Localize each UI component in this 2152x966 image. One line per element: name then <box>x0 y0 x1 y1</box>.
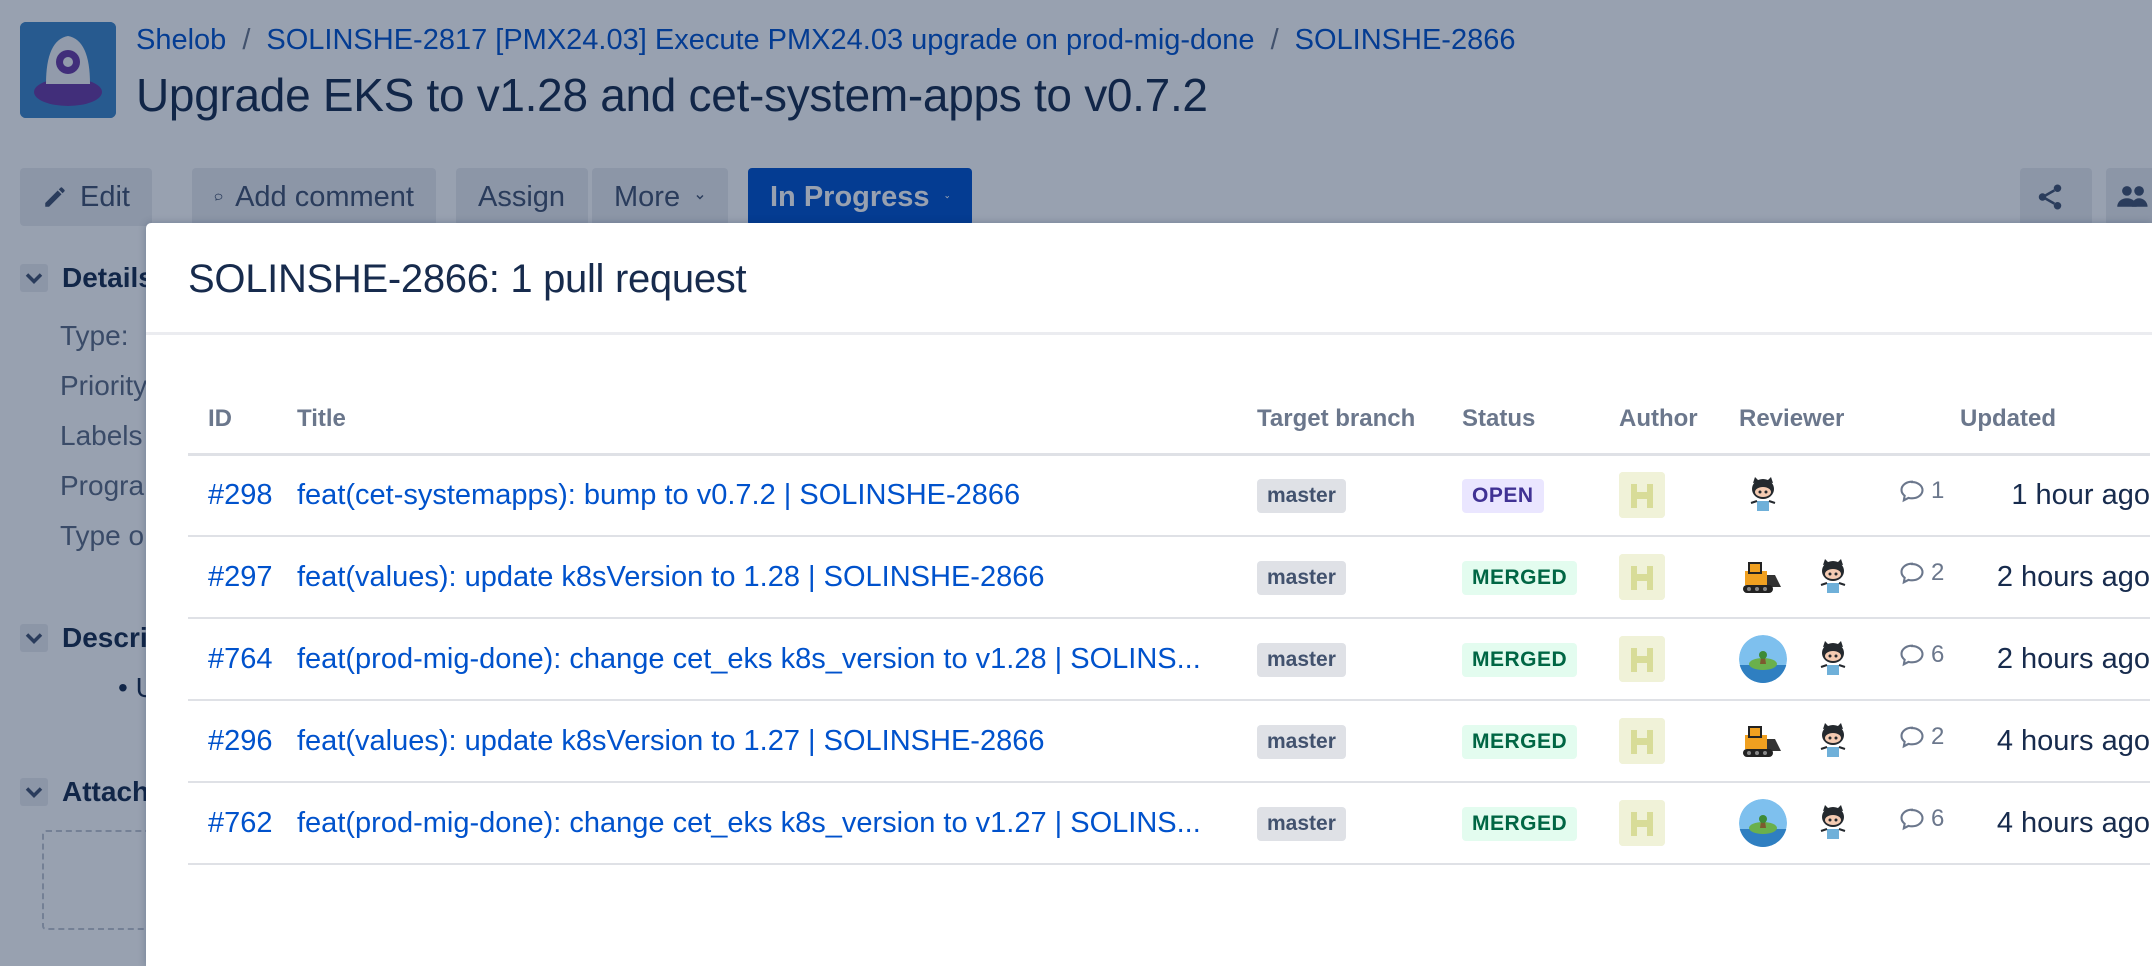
target-branch-badge: master <box>1257 479 1346 514</box>
table-row[interactable]: #297 feat(values): update k8sVersion to 1… <box>188 536 2150 619</box>
comment-icon <box>1900 562 1924 585</box>
reviewer-avatar-octocat[interactable] <box>1809 553 1857 601</box>
reviewers-cell <box>1739 700 1897 783</box>
pr-id-link[interactable]: #298 <box>208 479 273 511</box>
author-avatar[interactable] <box>1619 800 1665 846</box>
column-header-updated[interactable]: Updated <box>1960 386 2150 456</box>
target-branch-badge: master <box>1257 561 1346 595</box>
pr-title-link[interactable]: feat(prod-mig-done): change cet_eks k8s_… <box>297 807 1201 839</box>
column-header-title[interactable]: Title <box>297 386 1257 456</box>
pr-title-link[interactable]: feat(values): update k8sVersion to 1.28 … <box>297 561 1044 593</box>
author-avatar[interactable] <box>1619 636 1665 682</box>
target-branch-badge: master <box>1257 643 1346 677</box>
comment-icon <box>1900 480 1924 503</box>
dialog-title: SOLINSHE-2866: 1 pull request <box>188 257 747 301</box>
author-avatar[interactable] <box>1619 718 1665 764</box>
table-row[interactable]: #296 feat(values): update k8sVersion to 1… <box>188 700 2150 783</box>
status-lozenge: MERGED <box>1462 561 1578 595</box>
target-branch-badge: master <box>1257 807 1346 841</box>
comment-count-value: 6 <box>1931 805 1945 832</box>
pr-title-link[interactable]: feat(prod-mig-done): change cet_eks k8s_… <box>297 643 1201 675</box>
pull-requests-tbody: #298 feat(cet-systemapps): bump to v0.7.2… <box>188 454 2150 865</box>
updated-time: 2 hours ago <box>1960 536 2150 619</box>
reviewers-cell <box>1739 454 1897 537</box>
pr-id-link[interactable]: #762 <box>208 807 273 839</box>
table-row[interactable]: #298 feat(cet-systemapps): bump to v0.7.2… <box>188 454 2150 537</box>
column-header-id[interactable]: ID <box>188 386 297 456</box>
status-lozenge: MERGED <box>1462 643 1578 677</box>
reviewer-avatar-octocat[interactable] <box>1739 471 1787 520</box>
reviewer-avatar-island[interactable] <box>1739 635 1787 683</box>
column-header-target-branch[interactable]: Target branch <box>1257 386 1462 456</box>
comment-count-value: 1 <box>1931 477 1945 505</box>
updated-time: 1 hour ago <box>1960 454 2150 537</box>
table-row[interactable]: #762 feat(prod-mig-done): change cet_eks … <box>188 782 2150 865</box>
status-lozenge: OPEN <box>1462 479 1544 514</box>
target-branch-badge: master <box>1257 725 1346 759</box>
pr-id-link[interactable]: #297 <box>208 561 273 593</box>
pull-requests-table: ID Title Target branch Status Author Rev… <box>188 386 2150 865</box>
reviewers-cell <box>1739 782 1897 865</box>
author-avatar[interactable] <box>1619 472 1665 519</box>
status-lozenge: MERGED <box>1462 807 1578 841</box>
reviewers-cell <box>1739 536 1897 619</box>
pull-requests-dialog: SOLINSHE-2866: 1 pull request ID Title T… <box>146 223 2152 966</box>
comment-count-value: 2 <box>1931 723 1945 750</box>
comment-count[interactable]: 2 <box>1897 723 1944 751</box>
table-header-row: ID Title Target branch Status Author Rev… <box>188 386 2150 456</box>
pr-id-link[interactable]: #764 <box>208 643 273 675</box>
comment-icon <box>1900 726 1924 749</box>
pr-id-link[interactable]: #296 <box>208 725 273 757</box>
column-header-comments <box>1897 386 1960 456</box>
reviewer-avatar-bulldozer[interactable] <box>1739 717 1787 765</box>
table-row[interactable]: #764 feat(prod-mig-done): change cet_eks … <box>188 618 2150 701</box>
status-lozenge: MERGED <box>1462 725 1578 759</box>
reviewer-avatar-bulldozer[interactable] <box>1739 553 1787 601</box>
comment-count[interactable]: 6 <box>1897 641 1944 669</box>
comment-count[interactable]: 1 <box>1897 477 1944 505</box>
updated-time: 2 hours ago <box>1960 618 2150 701</box>
dialog-divider <box>146 332 2152 335</box>
reviewer-avatar-octocat[interactable] <box>1809 799 1857 847</box>
comment-count[interactable]: 2 <box>1897 559 1944 587</box>
comment-icon <box>1900 808 1924 831</box>
column-header-status[interactable]: Status <box>1462 386 1619 456</box>
comment-icon <box>1900 644 1924 667</box>
pr-title-link[interactable]: feat(cet-systemapps): bump to v0.7.2 | S… <box>297 479 1020 511</box>
reviewers-cell <box>1739 618 1897 701</box>
updated-time: 4 hours ago <box>1960 700 2150 783</box>
column-header-author[interactable]: Author <box>1619 386 1739 456</box>
comment-count-value: 6 <box>1931 641 1945 668</box>
comment-count[interactable]: 6 <box>1897 805 1944 833</box>
author-avatar[interactable] <box>1619 554 1665 600</box>
reviewer-avatar-island[interactable] <box>1739 799 1787 847</box>
column-header-reviewer[interactable]: Reviewer <box>1739 386 1897 456</box>
updated-time: 4 hours ago <box>1960 782 2150 865</box>
pr-title-link[interactable]: feat(values): update k8sVersion to 1.27 … <box>297 725 1044 757</box>
comment-count-value: 2 <box>1931 559 1945 586</box>
reviewer-avatar-octocat[interactable] <box>1809 717 1857 765</box>
reviewer-avatar-octocat[interactable] <box>1809 635 1857 683</box>
